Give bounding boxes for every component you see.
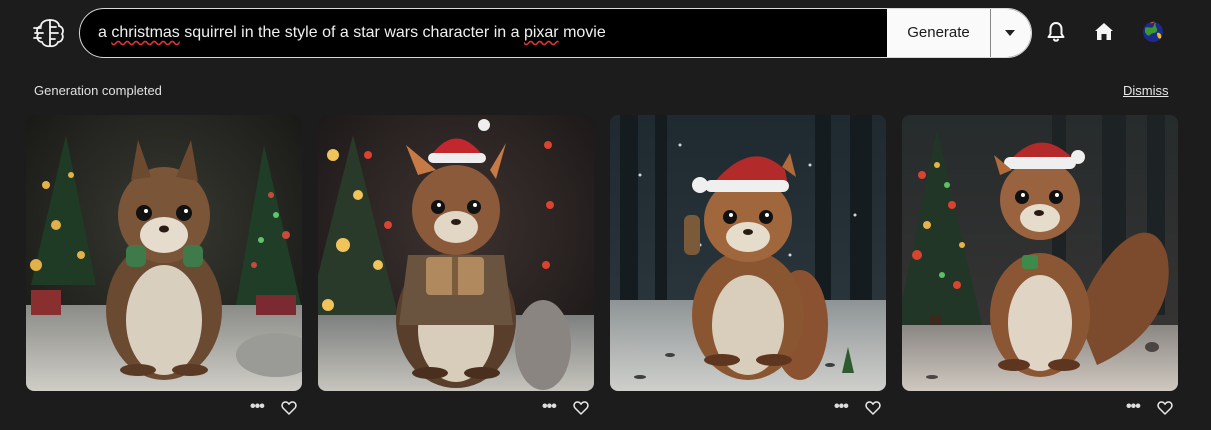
squirrel-image: [26, 115, 302, 391]
brain-logo-icon[interactable]: [33, 16, 67, 50]
dismiss-link[interactable]: Dismiss: [1123, 83, 1169, 98]
more-dots-icon[interactable]: •••: [542, 399, 557, 415]
heart-icon[interactable]: [865, 400, 881, 416]
top-bar: a christmas squirrel in the style of a s…: [0, 0, 1211, 66]
generation-status-text: Generation completed: [34, 83, 162, 98]
generate-button[interactable]: Generate: [887, 9, 990, 57]
squirrel-image: [610, 115, 886, 391]
bell-icon[interactable]: [1044, 20, 1068, 44]
generated-image-2[interactable]: [318, 115, 594, 391]
prompt-input[interactable]: a christmas squirrel in the style of a s…: [98, 9, 878, 57]
heart-icon[interactable]: [1157, 400, 1173, 416]
more-dots-icon[interactable]: •••: [1126, 399, 1141, 415]
home-icon[interactable]: [1092, 20, 1116, 44]
prompt-search-bar: a christmas squirrel in the style of a s…: [79, 8, 1032, 58]
prompt-text-4: pixar: [523, 24, 559, 41]
generated-image-3[interactable]: [610, 115, 886, 391]
avatar[interactable]: [1141, 20, 1165, 44]
chevron-down-icon: [1005, 30, 1015, 36]
squirrel-image: [902, 115, 1178, 391]
generated-image-4[interactable]: [902, 115, 1178, 391]
prompt-text-1: a: [98, 24, 112, 41]
generate-options-dropdown[interactable]: [991, 9, 1031, 57]
prompt-text-3: squirrel in the style of a star wars cha…: [179, 24, 524, 41]
prompt-text-2: christmas: [111, 24, 180, 41]
prompt-text-5: movie: [558, 24, 606, 41]
more-dots-icon[interactable]: •••: [250, 399, 265, 415]
heart-icon[interactable]: [573, 400, 589, 416]
more-dots-icon[interactable]: •••: [834, 399, 849, 415]
squirrel-image: [318, 115, 594, 391]
heart-icon[interactable]: [281, 400, 297, 416]
generated-image-1[interactable]: [26, 115, 302, 391]
